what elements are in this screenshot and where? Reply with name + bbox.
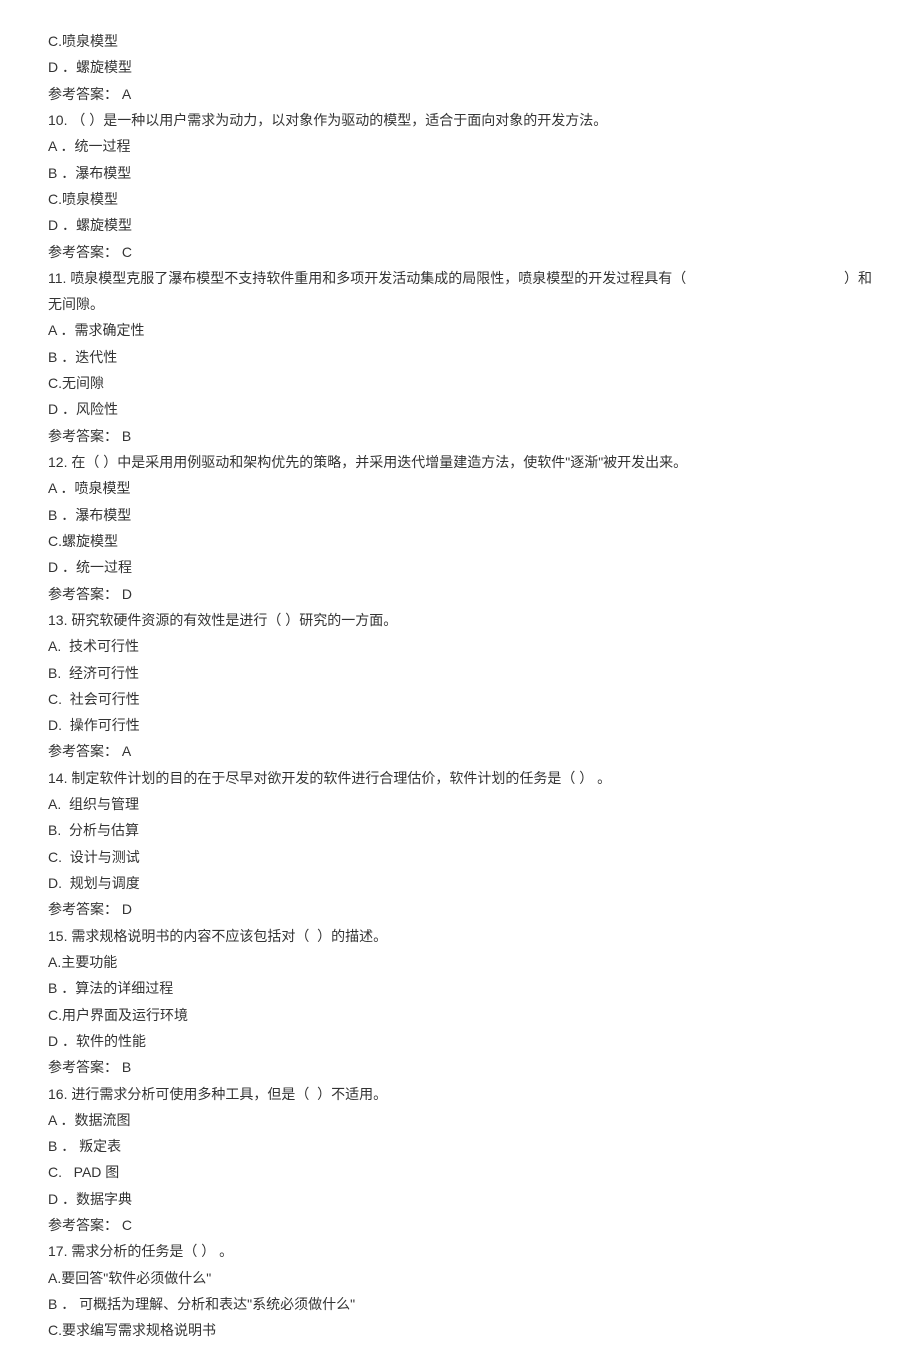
q11-stem-left: 11. 喷泉模型克服了瀑布模型不支持软件重用和多项开发活动集成的局限性，喷泉模型… bbox=[48, 265, 686, 291]
q11-stem-line2: 无间隙。 bbox=[48, 291, 872, 317]
q12-option-c: C.螺旋模型 bbox=[48, 528, 872, 554]
q12-option-a: A ．喷泉模型 bbox=[48, 475, 872, 501]
q14-option-d: D. 规划与调度 bbox=[48, 870, 872, 896]
q11-option-d: D ．风险性 bbox=[48, 396, 872, 422]
q14-stem: 14. 制定软件计划的目的在于尽早对欲开发的软件进行合理估价，软件计划的任务是（… bbox=[48, 765, 872, 791]
q11-option-c: C.无间隙 bbox=[48, 370, 872, 396]
q12-stem: 12. 在（ ）中是采用用例驱动和架构优先的策略，并采用迭代增量建造方法，使软件… bbox=[48, 449, 872, 475]
q12-option-d: D ．统一过程 bbox=[48, 554, 872, 580]
q16-option-d: D ．数据字典 bbox=[48, 1186, 872, 1212]
q11-option-a: A ．需求确定性 bbox=[48, 317, 872, 343]
q10-option-a: A ．统一过程 bbox=[48, 133, 872, 159]
q16-option-c: C. PAD 图 bbox=[48, 1159, 872, 1185]
q13-option-c: C. 社会可行性 bbox=[48, 686, 872, 712]
q9-answer: 参考答案： A bbox=[48, 81, 872, 107]
q17-option-c: C.要求编写需求规格说明书 bbox=[48, 1317, 872, 1343]
q9-option-d: D ．螺旋模型 bbox=[48, 54, 872, 80]
q15-option-b: B ．算法的详细过程 bbox=[48, 975, 872, 1001]
q11-option-b: B ．迭代性 bbox=[48, 344, 872, 370]
q11-answer: 参考答案： B bbox=[48, 423, 872, 449]
q10-stem: 10. （ ）是一种以用户需求为动力，以对象作为驱动的模型，适合于面向对象的开发… bbox=[48, 107, 872, 133]
q11-stem-right: ）和 bbox=[844, 265, 872, 291]
q13-stem: 13. 研究软硬件资源的有效性是进行（ ）研究的一方面。 bbox=[48, 607, 872, 633]
q15-answer: 参考答案： B bbox=[48, 1054, 872, 1080]
document-page: C.喷泉模型 D ．螺旋模型 参考答案： A 10. （ ）是一种以用户需求为动… bbox=[0, 0, 920, 1364]
q10-option-d: D ．螺旋模型 bbox=[48, 212, 872, 238]
q14-answer: 参考答案： D bbox=[48, 896, 872, 922]
q9-option-c: C.喷泉模型 bbox=[48, 28, 872, 54]
q16-answer: 参考答案： C bbox=[48, 1212, 872, 1238]
q13-option-d: D. 操作可行性 bbox=[48, 712, 872, 738]
q16-option-a: A ．数据流图 bbox=[48, 1107, 872, 1133]
q17-option-b: B ． 可概括为理解、分析和表达"系统必须做什么" bbox=[48, 1291, 872, 1317]
q15-option-a: A.主要功能 bbox=[48, 949, 872, 975]
q17-stem: 17. 需求分析的任务是（ ） 。 bbox=[48, 1238, 872, 1264]
q13-option-b: B. 经济可行性 bbox=[48, 660, 872, 686]
q13-answer: 参考答案： A bbox=[48, 738, 872, 764]
q15-option-c: C.用户界面及运行环境 bbox=[48, 1002, 872, 1028]
q12-option-b: B ．瀑布模型 bbox=[48, 502, 872, 528]
q15-option-d: D ．软件的性能 bbox=[48, 1028, 872, 1054]
q12-answer: 参考答案： D bbox=[48, 581, 872, 607]
q11-stem-line1: 11. 喷泉模型克服了瀑布模型不支持软件重用和多项开发活动集成的局限性，喷泉模型… bbox=[48, 265, 872, 291]
q10-option-b: B ．瀑布模型 bbox=[48, 160, 872, 186]
q16-stem: 16. 进行需求分析可使用多种工具，但是（ ）不适用。 bbox=[48, 1081, 872, 1107]
q14-option-b: B. 分析与估算 bbox=[48, 817, 872, 843]
q16-option-b: B ． 叛定表 bbox=[48, 1133, 872, 1159]
q10-option-c: C.喷泉模型 bbox=[48, 186, 872, 212]
q14-option-c: C. 设计与测试 bbox=[48, 844, 872, 870]
q17-option-a: A.要回答"软件必须做什么" bbox=[48, 1265, 872, 1291]
q14-option-a: A. 组织与管理 bbox=[48, 791, 872, 817]
q15-stem: 15. 需求规格说明书的内容不应该包括对（ ）的描述。 bbox=[48, 923, 872, 949]
q13-option-a: A. 技术可行性 bbox=[48, 633, 872, 659]
q10-answer: 参考答案： C bbox=[48, 239, 872, 265]
